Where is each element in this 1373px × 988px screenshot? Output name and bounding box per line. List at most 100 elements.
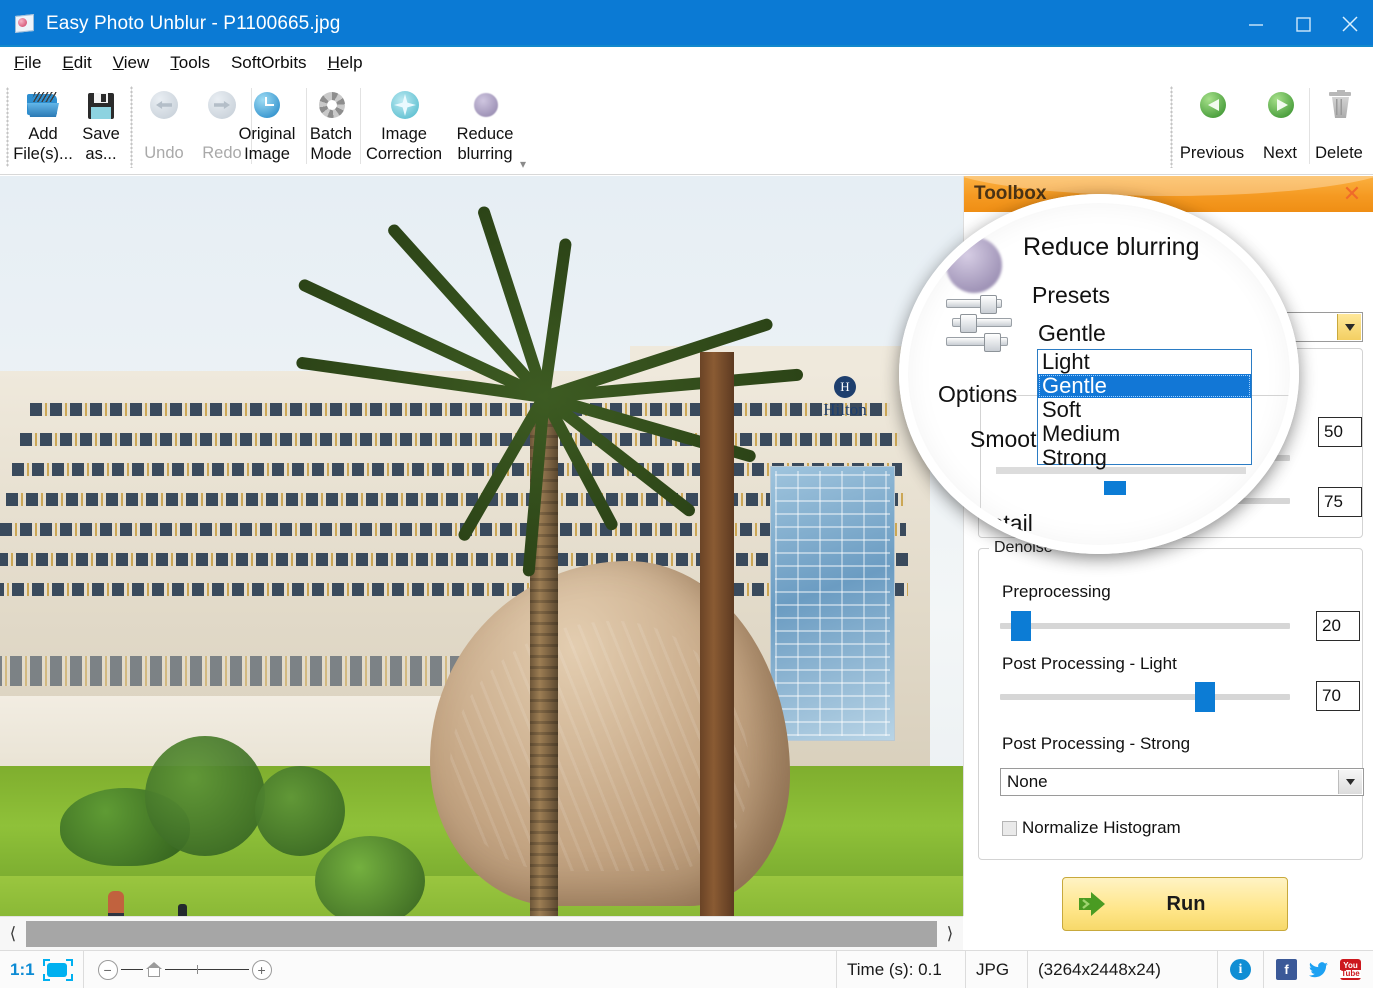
facebook-icon[interactable]: f [1276, 959, 1297, 980]
info-icon[interactable]: i [1230, 959, 1251, 980]
scroll-left-icon[interactable]: ⟨ [0, 916, 26, 951]
preprocessing-slider-track[interactable] [1000, 623, 1290, 629]
run-button[interactable]: Run [1062, 877, 1288, 931]
normalize-histogram-checkbox[interactable] [1002, 821, 1017, 836]
delete-label: Delete [1315, 144, 1363, 162]
presets-dropdown-list[interactable]: Light Gentle Soft Medium Strong [1037, 349, 1252, 470]
scrollbar-track[interactable] [26, 920, 937, 947]
chevron-down-icon[interactable] [1338, 770, 1362, 794]
image-correction-button[interactable]: Image Correction [362, 83, 446, 171]
post-strong-combo[interactable]: None [1000, 768, 1364, 796]
image-canvas[interactable]: H Hilton 9 [0, 176, 963, 916]
chevron-down-icon[interactable] [1337, 314, 1361, 340]
preset-option-medium[interactable]: Medium [1038, 422, 1251, 446]
hilton-text: Hilton [823, 400, 867, 419]
smooth-value-box[interactable]: 50 [1318, 417, 1362, 447]
fit-to-window-icon[interactable] [42, 958, 73, 981]
zoom-home-icon[interactable] [145, 962, 162, 977]
magnified-options-label: Options [938, 381, 1018, 407]
batch-mode-label-1: Batch [309, 125, 353, 143]
menu-item-edit[interactable]: Edit [62, 53, 91, 73]
post-light-label: Post Processing - Light [1002, 654, 1177, 673]
next-icon [1263, 88, 1297, 122]
save-as-button[interactable]: Save as... [72, 83, 130, 171]
post-strong-label: Post Processing - Strong [1002, 734, 1191, 753]
magnified-smooth-thumb[interactable] [1104, 481, 1126, 495]
post-strong-combo-value: None [1007, 772, 1048, 791]
reduce-blurring-label-1: Reduce [456, 125, 514, 143]
detail-value-box[interactable]: 75 [1318, 487, 1362, 517]
original-image-button[interactable]: Original Image [228, 83, 306, 171]
preprocessing-slider-thumb[interactable] [1011, 611, 1031, 641]
undo-button: Undo [135, 83, 193, 171]
hilton-badge: H [834, 376, 856, 398]
menu-item-tools[interactable]: Tools [170, 53, 210, 73]
toolbox-close-icon[interactable]: ✕ [1339, 182, 1365, 206]
add-files-icon [26, 88, 60, 122]
post-light-slider-thumb[interactable] [1195, 682, 1215, 712]
add-files-label-2: File(s)... [13, 144, 73, 163]
toolbar: Add File(s)... Save as... Undo Redo Orig… [0, 79, 1373, 175]
preprocessing-label: Preprocessing [1002, 582, 1111, 601]
post-light-value-box[interactable]: 70 [1316, 681, 1360, 711]
lamp-post-1 [178, 904, 187, 916]
reduce-blurring-label-2: blurring [457, 144, 513, 163]
glass-tower [770, 466, 895, 741]
undo-icon [147, 88, 181, 122]
toolbar-separator-1 [130, 86, 133, 168]
zoom-track[interactable] [164, 965, 249, 974]
horizontal-scrollbar[interactable]: ⟨ ⟩ [0, 916, 963, 951]
twitter-icon[interactable] [1308, 959, 1329, 980]
undo-label: Undo [144, 144, 184, 162]
preset-option-light[interactable]: Light [1038, 350, 1251, 374]
zoom-out-icon[interactable]: − [97, 959, 118, 980]
palm-shrub [315, 836, 425, 916]
preprocessing-value-box[interactable]: 20 [1316, 611, 1360, 641]
image-correction-label-2: Correction [365, 144, 443, 163]
magnified-tool-name: Reduce blurring [1023, 233, 1200, 261]
add-files-button[interactable]: Add File(s)... [13, 83, 73, 171]
zoom-ratio-label[interactable]: 1:1 [10, 960, 35, 980]
magnified-presets-label: Presets [1032, 282, 1110, 308]
zoom-in-icon[interactable]: + [251, 959, 272, 980]
zoom-slider-control[interactable]: − + [84, 951, 286, 988]
save-as-icon [84, 88, 118, 122]
previous-label: Previous [1179, 144, 1245, 162]
magnified-detail-label: Detail [974, 510, 1033, 536]
preset-option-soft[interactable]: Soft [1038, 398, 1251, 422]
menu-item-file[interactable]: FFileile [14, 53, 41, 73]
magnified-presets-value: Gentle [1038, 320, 1106, 346]
add-files-label-1: Add [28, 125, 58, 143]
batch-mode-button[interactable]: Batch Mode [302, 83, 360, 171]
minimize-icon[interactable] [1232, 0, 1279, 47]
preset-option-strong[interactable]: Strong [1038, 446, 1251, 470]
reduce-blurring-icon [468, 88, 502, 122]
delete-button[interactable]: Delete [1310, 83, 1368, 171]
scrollbar-thumb[interactable] [26, 920, 937, 947]
social-links: f You Tube [1264, 959, 1373, 980]
original-image-label-2: Image [244, 144, 290, 163]
run-label: Run [1166, 892, 1206, 915]
next-button[interactable]: Next [1251, 83, 1309, 171]
delete-trash-icon [1322, 88, 1356, 122]
normalize-histogram-label: Normalize Histogram [1022, 818, 1181, 837]
magnifier-lens: Reduce blurring Presets Gentle Options S… [908, 203, 1290, 545]
reduce-blurring-button[interactable]: Reduce blurring [446, 83, 524, 171]
expand-ribbon-icon[interactable]: ▾ [520, 157, 526, 171]
batch-mode-icon [314, 88, 348, 122]
toolbar-separator-4 [360, 88, 361, 164]
original-image-icon [250, 88, 284, 122]
youtube-icon[interactable]: You Tube [1340, 959, 1361, 980]
menu-item-help[interactable]: Help [328, 53, 363, 73]
previous-button[interactable]: Previous [1173, 83, 1251, 171]
post-light-slider-track[interactable] [1000, 694, 1290, 700]
close-icon[interactable] [1326, 0, 1373, 47]
scroll-right-icon[interactable]: ⟩ [937, 916, 963, 951]
application-window: Easy Photo Unblur - P1100665.jpg FFileil… [0, 0, 1373, 988]
app-icon [14, 13, 36, 35]
menu-item-view[interactable]: View [113, 53, 150, 73]
menu-item-softorbits[interactable]: SoftOrbits [231, 53, 307, 73]
maximize-icon[interactable] [1279, 0, 1326, 47]
sliders-icon [946, 295, 1018, 353]
preset-option-gentle[interactable]: Gentle [1038, 374, 1251, 398]
